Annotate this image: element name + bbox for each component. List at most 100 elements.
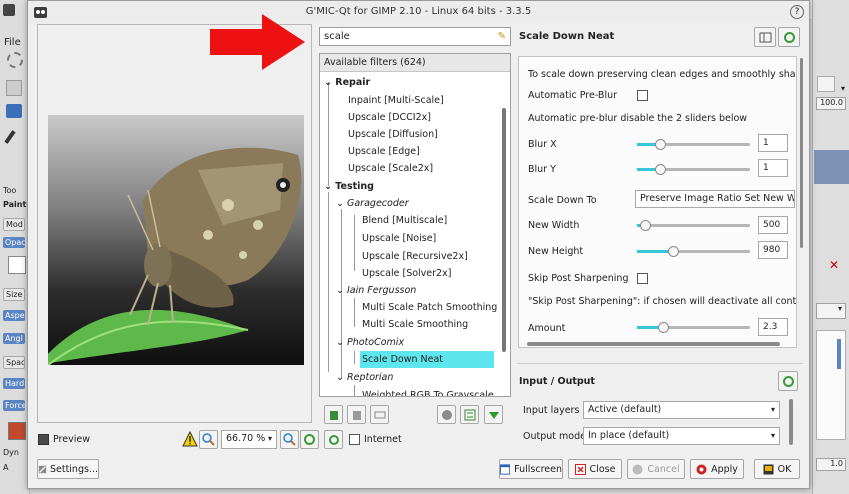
filter-tree-scrollbar[interactable] [502,108,506,352]
reset-parameters-button[interactable] [778,27,800,47]
gimp-layer-thumbnail[interactable] [814,150,849,184]
ellipse-select-icon[interactable] [7,52,23,68]
output-mode-select[interactable]: In place (default) ▾ [583,427,780,445]
chevron-down-icon[interactable]: ▾ [841,84,845,93]
selection-mode-button[interactable] [460,405,479,424]
remove-favorite-button[interactable] [347,405,366,424]
gimp-angle-slider[interactable]: Angl [3,333,25,344]
auto-preblur-checkbox[interactable] [637,90,648,101]
filter-search-input[interactable]: scale ✎ [319,27,511,46]
skip-sharpen-checkbox[interactable] [637,273,648,284]
window-title: G'MIC-Qt for GIMP 2.10 - Linux 64 bits -… [28,1,809,23]
zoom-select[interactable]: 66.70 % ▾ [221,430,277,449]
blur-x-slider[interactable] [637,139,750,150]
fullscreen-button[interactable]: Fullscreen [499,459,563,479]
expand-all-button[interactable] [484,405,503,424]
new-width-spinbox[interactable]: 500 [758,216,788,234]
add-favorite-button[interactable] [324,405,343,424]
tree-item[interactable]: Upscale [Recursive2x] [362,248,468,265]
help-icon[interactable]: ? [790,5,804,19]
gimp-size-field[interactable]: Size [3,288,25,301]
cancel-button[interactable]: Cancel [627,459,685,479]
filter-tree[interactable]: Available filters (624) ⌄ Repair Inpaint… [319,53,511,397]
copy-to-clipboard-button[interactable] [754,27,776,47]
tree-item[interactable]: Blend [Multiscale] [362,212,447,229]
gimp-mode-field[interactable]: Mod [3,218,25,231]
settings-vertical-scrollbar[interactable] [799,56,804,348]
gimp-aspect-slider[interactable]: Aspe [3,310,25,321]
settings-button[interactable]: Settings... [37,459,99,479]
bucket-fill-icon[interactable] [6,104,22,118]
visibility-button[interactable] [437,405,456,424]
io-reset-button[interactable] [778,371,798,391]
clear-search-icon[interactable]: ✎ [498,28,506,45]
tree-author-photocomix[interactable]: ⌄ PhotoComix [336,334,404,351]
gimp-spacing-slider[interactable]: Spaci [3,356,25,369]
tree-item-selected[interactable]: Scale Down Neat [360,351,494,368]
zoom-out-button[interactable] [199,430,218,449]
amount-spinbox[interactable]: 2.3 [758,318,788,336]
gimp-force-slider[interactable]: Force [3,400,25,411]
new-height-slider[interactable] [637,246,750,257]
brush-preview[interactable] [8,256,26,274]
internet-checkbox[interactable] [349,434,360,445]
zoom-reset-button[interactable] [300,430,319,449]
tree-item[interactable]: Upscale [DCCI2x] [348,109,431,126]
tree-item[interactable]: Inpaint [Multi-Scale] [348,92,444,109]
gimp-dropdown[interactable]: ▾ [816,303,846,319]
blur-y-slider[interactable] [637,164,750,175]
gimp-dynamics-label[interactable]: Dyn [3,448,19,457]
slider-handle[interactable] [655,164,666,175]
tree-author-iain-fergusson[interactable]: ⌄ Iain Fergusson [336,282,416,299]
gimp-hardness-slider[interactable]: Hard [3,378,25,389]
gimp-menu-file[interactable]: File [4,37,21,48]
slider-handle[interactable] [658,322,669,333]
preview-area[interactable] [37,24,312,423]
tree-item[interactable]: Upscale [Noise] [362,230,436,247]
internet-label: Internet [364,434,402,445]
dynamics-icon[interactable] [8,422,26,440]
tree-author-reptorian[interactable]: ⌄ Reptorian [336,369,393,386]
gimp-value-field[interactable]: 1.0 [816,458,846,471]
rename-favorite-button[interactable] [370,405,389,424]
tree-item[interactable]: Weighted RGB To Grayscale [362,387,494,396]
blur-y-spinbox[interactable]: 1 [758,159,788,177]
apply-button[interactable]: Apply [690,459,744,479]
tree-category-repair[interactable]: ⌄ Repair [324,74,370,91]
settings-horizontal-scrollbar[interactable] [527,342,780,346]
ok-button[interactable]: OK [754,459,800,479]
gimp-opacity-slider[interactable]: Opac [3,237,25,248]
tree-item[interactable]: Multi Scale Patch Smoothing [362,299,497,316]
gimp-apply-jitter-label[interactable]: A [3,463,8,472]
tree-category-testing[interactable]: ⌄ Testing [324,178,374,195]
brush-icon[interactable] [4,130,16,144]
chevron-down-icon: ⌄ [336,372,344,383]
preview-checkbox[interactable] [38,434,49,445]
tree-item[interactable]: Multi Scale Smoothing [362,316,468,333]
slider-handle[interactable] [668,246,679,257]
refresh-icon[interactable] [817,76,835,92]
update-filters-button[interactable] [324,430,343,449]
io-scrollbar[interactable] [789,399,793,445]
tree-author-garagecoder[interactable]: ⌄ Garagecoder [336,195,409,212]
delete-icon[interactable]: ✕ [829,258,839,272]
close-button[interactable]: Close [568,459,622,479]
input-layers-select[interactable]: Active (default) ▾ [583,401,780,419]
slider-handle[interactable] [640,220,651,231]
zoom-in-button[interactable] [280,430,299,449]
tool-icon[interactable] [6,80,22,96]
tree-item[interactable]: Upscale [Solver2x] [362,265,451,282]
amount-slider[interactable] [637,322,750,333]
slider-handle[interactable] [655,139,666,150]
blur-x-spinbox[interactable]: 1 [758,134,788,152]
tree-item[interactable]: Upscale [Diffusion] [348,126,438,143]
tree-item[interactable]: Upscale [Edge] [348,143,420,160]
gimp-opacity-value[interactable]: 100.0 [816,97,846,110]
new-height-spinbox[interactable]: 980 [758,241,788,259]
scale-down-to-select[interactable]: Preserve Image Ratio Set New Width [635,190,795,208]
new-width-slider[interactable] [637,220,750,231]
gimp-list-scrollbar[interactable] [837,339,841,369]
gmic-window: G'MIC-Qt for GIMP 2.10 - Linux 64 bits -… [27,0,810,489]
settings-button-label: Settings... [49,463,98,475]
tree-item[interactable]: Upscale [Scale2x] [348,160,433,177]
